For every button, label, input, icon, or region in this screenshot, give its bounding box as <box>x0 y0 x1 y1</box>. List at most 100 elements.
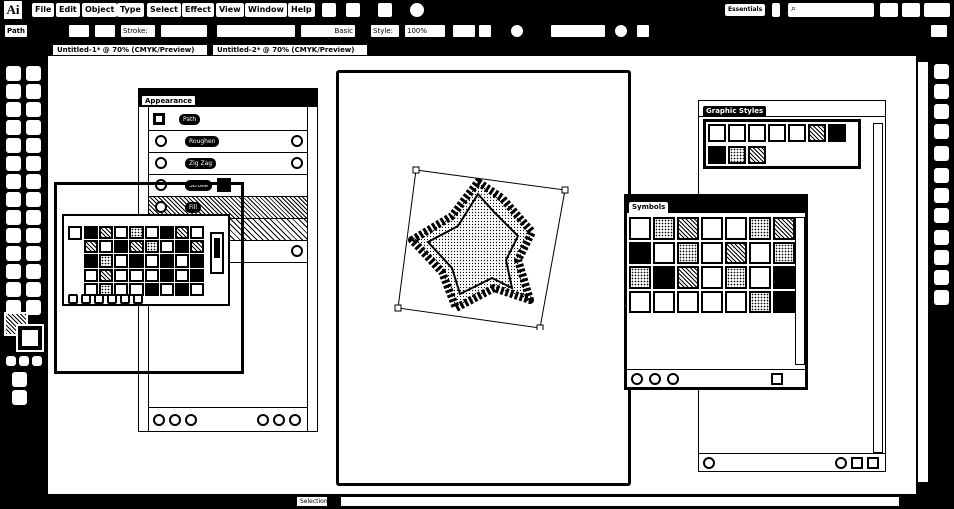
gradient-tool-icon[interactable] <box>26 228 41 243</box>
symbols-panel-icon[interactable] <box>934 146 949 161</box>
workspace-switcher[interactable]: Essentials <box>725 4 766 16</box>
style-swatch[interactable] <box>748 124 766 142</box>
menu-type[interactable]: Type <box>117 3 144 17</box>
transform-icon[interactable] <box>636 24 650 38</box>
column-graph-tool-icon[interactable] <box>26 264 41 279</box>
slice-tool-icon[interactable] <box>26 282 41 297</box>
symbol-swatch[interactable] <box>773 217 795 240</box>
style-swatch[interactable] <box>808 124 826 142</box>
add-effect-icon[interactable] <box>185 414 197 426</box>
swatch[interactable] <box>144 268 159 282</box>
stroke-swatch[interactable] <box>94 24 116 38</box>
effect-label[interactable]: Zig Zag <box>185 158 217 169</box>
style-swatch[interactable] <box>452 24 476 38</box>
new-swatch-icon[interactable] <box>120 294 130 304</box>
fill-swatch[interactable] <box>68 24 90 38</box>
line-tool-icon[interactable] <box>6 120 21 135</box>
align-dropdown[interactable] <box>550 24 606 38</box>
swatch[interactable] <box>99 254 114 268</box>
symbol-swatch[interactable] <box>653 290 675 313</box>
swatches-panel-icon[interactable] <box>934 104 949 119</box>
eyedropper-tool-icon[interactable] <box>6 246 21 261</box>
menu-file[interactable]: File <box>32 3 55 17</box>
zoom-tool-icon[interactable] <box>26 300 41 315</box>
break-link-icon[interactable] <box>667 373 679 385</box>
magic-wand-tool-icon[interactable] <box>6 84 21 99</box>
add-fill-icon[interactable] <box>169 414 181 426</box>
star-artwork[interactable] <box>390 160 570 330</box>
menu-object[interactable]: Object <box>82 3 118 17</box>
style-libraries-icon[interactable] <box>703 457 715 469</box>
draw-mode-icon[interactable] <box>12 372 27 387</box>
graphic-styles-tab[interactable]: Graphic Styles <box>703 106 767 117</box>
blob-brush-tool-icon[interactable] <box>6 156 21 171</box>
swatch[interactable] <box>189 240 204 254</box>
place-symbol-icon[interactable] <box>649 373 661 385</box>
swatch[interactable] <box>114 240 129 254</box>
sync-icon[interactable] <box>410 3 424 17</box>
delete-icon[interactable] <box>289 414 301 426</box>
delete-style-icon[interactable] <box>867 457 879 469</box>
horizontal-scrollbar[interactable] <box>340 496 900 507</box>
align-icon[interactable] <box>614 24 628 38</box>
rotate-tool-icon[interactable] <box>6 174 21 189</box>
swatch-libraries-icon[interactable] <box>68 294 78 304</box>
swatch[interactable] <box>144 226 159 240</box>
style-swatch[interactable] <box>728 146 746 164</box>
swatch-picker-popup[interactable] <box>62 214 230 306</box>
brushes-panel-icon[interactable] <box>934 124 949 139</box>
variable-width-profile[interactable] <box>216 24 296 38</box>
scale-tool-icon[interactable] <box>26 174 41 189</box>
brush-definition[interactable]: Basic <box>300 24 356 38</box>
show-kinds-icon[interactable] <box>81 294 91 304</box>
opacity-field[interactable]: 100% <box>404 24 446 38</box>
color-mode-icon[interactable] <box>6 356 16 366</box>
symbol-swatch[interactable] <box>725 266 747 289</box>
symbol-swatch[interactable] <box>653 241 675 264</box>
swatch-scrollbar[interactable] <box>210 232 224 274</box>
swatch[interactable] <box>84 226 99 240</box>
swatch[interactable] <box>129 268 144 282</box>
symbol-swatch[interactable] <box>677 241 699 264</box>
style-picker[interactable] <box>478 24 492 38</box>
appearance-tab[interactable]: Appearance <box>141 95 196 106</box>
symbol-swatch[interactable] <box>749 290 771 313</box>
symbol-swatch[interactable] <box>749 266 771 289</box>
new-style-icon[interactable] <box>851 457 863 469</box>
fx-icon[interactable] <box>291 245 303 257</box>
recolor-icon[interactable] <box>510 24 524 38</box>
stroke-weight-field[interactable] <box>160 24 208 38</box>
menu-window[interactable]: Window <box>245 3 287 17</box>
symbol-swatch[interactable] <box>629 266 651 289</box>
arrange-documents-icon[interactable] <box>378 3 392 17</box>
artboards-panel-icon[interactable] <box>934 290 949 305</box>
blend-tool-icon[interactable] <box>26 246 41 261</box>
tab-untitled-1[interactable]: Untitled-1* @ 70% (CMYK/Preview) <box>52 44 208 56</box>
swatch-options-icon[interactable] <box>94 294 104 304</box>
none-swatch[interactable] <box>68 226 82 240</box>
new-item-icon[interactable] <box>153 414 165 426</box>
appearance-panel-icon[interactable] <box>934 230 949 245</box>
menu-select[interactable]: Select <box>147 3 181 17</box>
panel-scrollbar[interactable] <box>795 217 805 365</box>
menu-effect[interactable]: Effect <box>182 3 214 17</box>
effect-label[interactable]: Roughen <box>185 136 220 147</box>
graphic-styles-panel-icon[interactable] <box>934 250 949 265</box>
color-panel-icon[interactable] <box>934 64 949 79</box>
chevron-down-icon[interactable] <box>772 3 780 17</box>
none-mode-icon[interactable] <box>32 356 42 366</box>
swatch[interactable] <box>174 268 189 282</box>
symbol-swatch[interactable] <box>701 290 723 313</box>
symbol-swatch[interactable] <box>773 290 795 313</box>
mesh-tool-icon[interactable] <box>6 228 21 243</box>
width-tool-icon[interactable] <box>6 192 21 207</box>
swatch[interactable] <box>84 254 99 268</box>
symbol-sprayer-tool-icon[interactable] <box>6 264 21 279</box>
stroke-panel-icon[interactable] <box>934 168 949 183</box>
minimize-icon[interactable] <box>880 3 898 17</box>
clear-icon[interactable] <box>257 414 269 426</box>
swatch[interactable] <box>189 226 204 240</box>
style-swatch[interactable] <box>708 124 726 142</box>
symbol-swatch[interactable] <box>701 217 723 240</box>
style-swatch[interactable] <box>828 124 846 142</box>
